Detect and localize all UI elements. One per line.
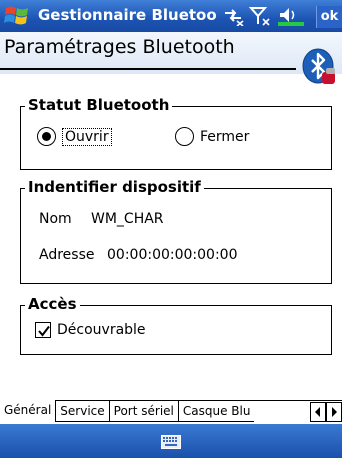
group-title-device: Indentifier dispositif: [25, 178, 204, 196]
device-identity-group: Indentifier dispositif Nom WM_CHAR Adress…: [20, 178, 332, 284]
connectivity-icon[interactable]: [222, 6, 244, 26]
radio-close-circle[interactable]: [175, 127, 194, 146]
device-name-value: WM_CHAR: [91, 211, 164, 227]
tab-scroll-right-button[interactable]: [326, 402, 342, 422]
radio-open-label[interactable]: Ouvrir: [62, 127, 112, 146]
group-title-status: Statut Bluetooth: [25, 96, 173, 114]
device-address-row: Adresse 00:00:00:00:00:00: [39, 247, 237, 263]
bluetooth-status-group: Statut Bluetooth Ouvrir Fermer: [20, 96, 332, 170]
radio-open[interactable]: Ouvrir: [37, 127, 112, 146]
arrow-left-icon: [315, 407, 320, 417]
tab-headset[interactable]: Casque Blu: [178, 401, 255, 422]
tab-bar: Général Service Port sériel Casque Blu: [0, 400, 342, 422]
page-title: Paramétrages Bluetooth: [4, 36, 235, 58]
radio-close[interactable]: Fermer: [175, 127, 249, 146]
title-bar: Gestionnaire Bluetoo ok: [0, 0, 342, 32]
device-address-value: 00:00:00:00:00:00: [107, 247, 238, 263]
volume-icon[interactable]: [276, 6, 306, 26]
header-divider: [0, 68, 296, 70]
radio-close-label[interactable]: Fermer: [200, 129, 249, 145]
discoverable-checkbox[interactable]: [35, 322, 51, 338]
access-group: Accès Découvrable: [20, 295, 332, 355]
radio-open-circle[interactable]: [37, 127, 56, 146]
tab-scroll-left-button[interactable]: [310, 402, 326, 422]
group-title-access: Accès: [25, 295, 80, 313]
device-name-label: Nom: [39, 211, 72, 227]
arrow-right-icon: [332, 407, 337, 417]
bluetooth-icon: [302, 48, 335, 84]
device-address-label: Adresse: [39, 247, 95, 263]
ok-button[interactable]: ok: [316, 6, 342, 28]
page-header: Paramétrages Bluetooth: [0, 32, 342, 74]
signal-icon[interactable]: [248, 6, 272, 26]
checkmark-icon: [38, 325, 50, 337]
tab-general[interactable]: Général: [0, 400, 57, 422]
discoverable-option[interactable]: Découvrable: [35, 322, 146, 338]
keyboard-icon[interactable]: [161, 435, 181, 449]
tab-service[interactable]: Service: [56, 401, 110, 422]
bottom-menu-bar: [0, 424, 342, 458]
tab-scroll-arrows: [310, 402, 342, 422]
app-title: Gestionnaire Bluetoo: [38, 6, 217, 24]
discoverable-label[interactable]: Découvrable: [57, 322, 146, 338]
device-name-row: Nom WM_CHAR: [39, 211, 164, 227]
windows-flag-icon[interactable]: [4, 4, 30, 28]
tab-serial-port[interactable]: Port sériel: [109, 401, 179, 422]
